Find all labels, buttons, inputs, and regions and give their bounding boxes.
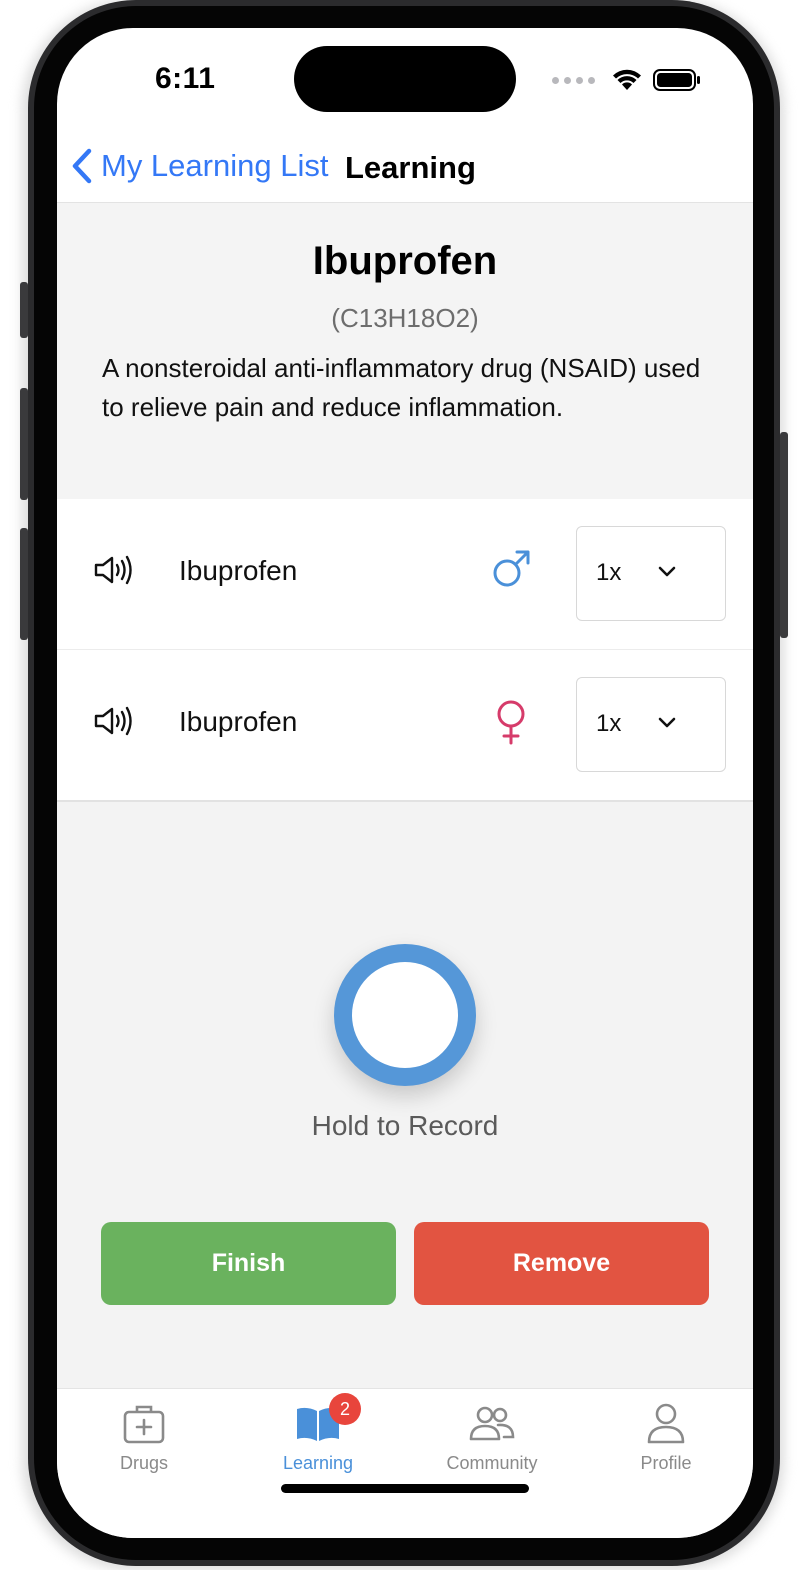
male-icon xyxy=(493,550,530,587)
pronunciation-label: Ibuprofen xyxy=(179,706,298,737)
notification-badge: 2 xyxy=(329,1393,361,1425)
tab-learning[interactable]: 2 Learning xyxy=(231,1393,405,1489)
action-button xyxy=(20,282,28,338)
tab-community[interactable]: Community xyxy=(405,1399,579,1489)
volume-up-button xyxy=(20,388,28,500)
speaker-icon[interactable] xyxy=(93,554,133,591)
drug-formula: (C13H18O2) xyxy=(331,303,479,333)
record-label: Hold to Record xyxy=(311,1110,499,1141)
chevron-down-icon xyxy=(658,566,676,577)
pronunciation-label: Ibuprofen xyxy=(179,555,298,586)
medical-kit-icon xyxy=(123,1405,165,1444)
remove-button[interactable]: Remove xyxy=(414,1222,709,1305)
speed-select[interactable]: 1x xyxy=(576,677,726,772)
pronunciation-row-female: Ibuprofen 1x xyxy=(57,650,753,802)
tab-label: Community xyxy=(446,1453,538,1473)
finish-button[interactable]: Finish xyxy=(101,1222,396,1305)
tab-bar: Drugs 2 Learning Community Profile xyxy=(57,1388,753,1538)
drug-header: Ibuprofen (C13H18O2) A nonsteroidal anti… xyxy=(57,203,753,465)
tab-label: Drugs xyxy=(119,1453,168,1473)
tab-label: Learning xyxy=(282,1453,354,1473)
dynamic-island xyxy=(294,46,516,112)
section-divider xyxy=(57,465,753,500)
pronunciation-row-male: Ibuprofen 1x xyxy=(57,499,753,650)
record-button[interactable] xyxy=(334,944,476,1086)
volume-down-button xyxy=(20,528,28,640)
back-button[interactable]: My Learning List xyxy=(71,148,328,184)
status-time: 6:11 xyxy=(155,62,216,95)
page-title: Learning xyxy=(345,150,476,185)
power-button xyxy=(780,432,788,638)
tab-label: Profile xyxy=(640,1453,692,1473)
record-section: Hold to Record Finish Remove xyxy=(57,802,753,1388)
people-icon xyxy=(469,1406,515,1441)
back-button-label: My Learning List xyxy=(101,148,329,183)
tab-drugs[interactable]: Drugs xyxy=(57,1399,231,1489)
drug-description: A nonsteroidal anti-inflammatory drug (N… xyxy=(102,353,701,422)
speed-select[interactable]: 1x xyxy=(576,526,726,621)
female-icon xyxy=(497,700,525,745)
tab-profile[interactable]: Profile xyxy=(579,1399,753,1489)
screen: 6:11 My Learning List Learning Ibuprofen… xyxy=(57,28,753,1538)
speed-value: 1x xyxy=(596,710,622,737)
chevron-down-icon xyxy=(658,717,676,728)
chevron-left-icon xyxy=(72,148,92,184)
home-indicator xyxy=(281,1484,529,1493)
record-button-center xyxy=(352,962,458,1068)
speaker-icon[interactable] xyxy=(93,705,133,742)
drug-name: Ibuprofen xyxy=(312,239,498,283)
status-icons xyxy=(552,68,701,92)
signal-dots-icon xyxy=(552,76,595,84)
speed-value: 1x xyxy=(596,559,622,586)
navigation-bar: My Learning List Learning xyxy=(57,136,753,203)
battery-icon xyxy=(653,69,700,91)
person-icon xyxy=(647,1403,685,1444)
wifi-icon xyxy=(613,69,641,90)
